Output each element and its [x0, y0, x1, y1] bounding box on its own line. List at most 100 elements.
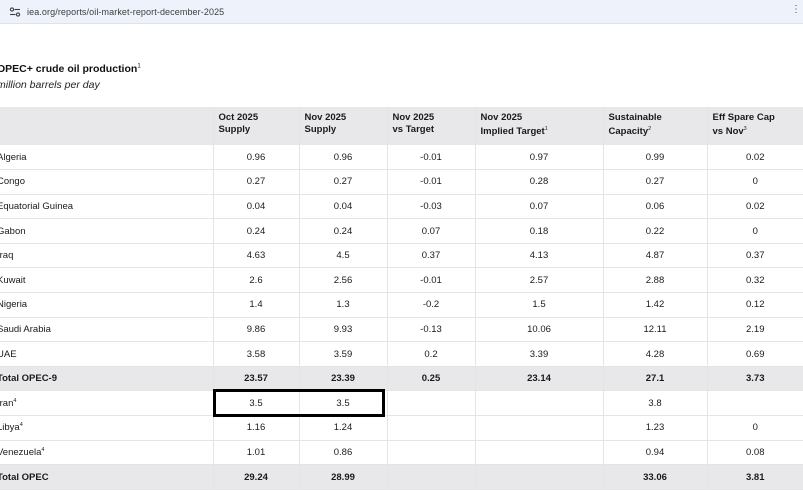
value-cell-spare: 0.12	[707, 292, 803, 318]
value-cell-spare: 0	[707, 218, 803, 244]
value-cell-vs-target: -0.01	[387, 145, 476, 171]
value-cell-oct: 23.57	[213, 366, 300, 392]
table-row: Saudi Arabia 9.86 9.93 -0.13 10.06 12.11 2.19	[0, 317, 803, 343]
country-name: Iran	[0, 397, 14, 409]
table-title: OPEC+ crude oil production1	[0, 63, 141, 75]
value-cell-vs-target	[387, 440, 476, 466]
opec-production-table: Oct 2025 Supply Nov 2025 Supply Nov 2025 vs T…	[0, 107, 803, 490]
url-text[interactable]: iea.org/reports/oil-market-report-decemb…	[27, 7, 224, 17]
column-header: Oct 2025 Supply	[213, 107, 300, 145]
value-cell-vs-target: -0.03	[387, 194, 476, 220]
value-cell-vs-target: 0.07	[387, 218, 476, 244]
value-cell-capacity: 0.94	[603, 440, 708, 466]
table-row: Venezuela4 1.01 0.86 0.94 0.08	[0, 440, 803, 466]
value-cell-nov: 3.59	[299, 341, 388, 367]
value-cell-target: 10.06	[475, 317, 604, 343]
value-cell-capacity: 12.11	[603, 317, 708, 343]
value-cell-spare: 3.81	[707, 464, 803, 490]
value-cell-oct: 0.96	[213, 145, 300, 171]
country-cell: UAE	[0, 341, 214, 367]
value-cell-target: 23.14	[475, 366, 604, 392]
value-cell-vs-target: 0.2	[387, 341, 476, 367]
country-name: Congo	[0, 176, 25, 188]
column-header-line2: vs Target	[392, 123, 435, 135]
value-cell-vs-target: -0.01	[387, 169, 476, 195]
column-header-line2: Supply	[218, 123, 251, 135]
table-row: Algeria 0.96 0.96 -0.01 0.97 0.99 0.02	[0, 145, 803, 171]
column-header: Eff Spare Cap vs Nov3	[707, 107, 803, 145]
value-cell-oct: 2.6	[213, 267, 300, 294]
country-name: Kuwait	[0, 274, 26, 286]
value-cell-capacity: 2.88	[603, 267, 708, 294]
value-cell-oct: 9.86	[213, 317, 300, 343]
value-cell-nov: 1.3	[299, 292, 388, 318]
value-cell-vs-target	[387, 390, 476, 417]
value-cell-nov: 3.5	[299, 390, 388, 417]
country-cell: Iran4	[0, 390, 214, 417]
value-cell-target: 2.57	[475, 267, 604, 294]
country-cell: Congo	[0, 169, 214, 195]
value-cell-target	[475, 464, 604, 490]
country-name: UAE	[0, 348, 17, 360]
country-footnote: 4	[13, 397, 17, 404]
value-cell-target: 0.18	[475, 218, 604, 244]
country-footnote: 4	[41, 446, 45, 453]
value-cell-nov: 0.24	[299, 218, 388, 244]
country-name: Gabon	[0, 225, 26, 237]
country-footnote: 4	[19, 422, 23, 429]
value-cell-target: 1.5	[475, 292, 604, 318]
value-cell-target: 0.28	[475, 169, 604, 195]
country-cell: Venezuela4	[0, 440, 214, 466]
value-cell-nov: 0.27	[299, 169, 388, 195]
value-cell-spare	[707, 390, 803, 417]
country-name: Algeria	[0, 151, 27, 163]
column-header: Nov 2025 Supply	[299, 107, 388, 145]
column-header-line1: Nov 2025	[304, 112, 347, 123]
value-cell-target: 0.97	[475, 145, 604, 171]
column-footnote: 1	[544, 125, 548, 132]
column-header-line1: Eff Spare Cap	[712, 112, 775, 123]
country-cell: Saudi Arabia	[0, 317, 214, 343]
table-row: UAE 3.58 3.59 0.2 3.39 4.28 0.69	[0, 341, 803, 367]
value-cell-oct: 0.24	[213, 218, 300, 244]
value-cell-capacity: 0.27	[603, 169, 708, 195]
value-cell-spare: 3.73	[707, 366, 803, 392]
country-cell: Total OPEC-9	[0, 366, 214, 392]
value-cell-vs-target	[387, 415, 476, 441]
value-cell-vs-target: -0.2	[387, 292, 476, 318]
value-cell-nov: 28.99	[299, 464, 388, 490]
column-header-line1: Oct 2025	[218, 112, 259, 123]
value-cell-nov: 2.56	[299, 267, 388, 294]
value-cell-oct: 1.16	[213, 415, 300, 441]
table-row: Congo 0.27 0.27 -0.01 0.28 0.27 0	[0, 169, 803, 195]
column-header-line2: Supply	[304, 123, 337, 135]
title-footnote: 1	[137, 63, 141, 70]
value-cell-capacity: 27.1	[603, 366, 708, 392]
country-cell: Kuwait	[0, 267, 214, 294]
address-bar[interactable]: iea.org/reports/oil-market-report-decemb…	[0, 0, 803, 24]
value-cell-oct: 0.27	[213, 169, 300, 195]
value-cell-spare: 0	[707, 169, 803, 195]
value-cell-target	[475, 440, 604, 466]
column-header: Nov 2025 vs Target	[387, 107, 476, 145]
value-cell-capacity: 0.06	[603, 194, 708, 220]
column-header-line2: Implied Target	[480, 125, 545, 137]
value-cell-nov: 0.96	[299, 145, 388, 171]
value-cell-capacity: 33.06	[603, 464, 708, 490]
table-header-row: Oct 2025 Supply Nov 2025 Supply Nov 2025 vs T…	[0, 107, 803, 145]
value-cell-spare: 0.32	[707, 267, 803, 294]
country-cell: Iraq	[0, 243, 214, 269]
table-row: Gabon 0.24 0.24 0.07 0.18 0.22 0	[0, 218, 803, 244]
table-title-text: OPEC+ crude oil production	[0, 63, 138, 75]
value-cell-spare: 0	[707, 415, 803, 441]
tune-icon[interactable]	[8, 5, 22, 19]
country-cell: Gabon	[0, 218, 214, 244]
country-name: Equatorial Guinea	[0, 200, 74, 212]
value-cell-spare: 2.19	[707, 317, 803, 343]
value-cell-nov: 0.86	[299, 440, 388, 466]
more-icon[interactable]: ⋮	[791, 4, 801, 15]
country-name: Iraq	[0, 250, 14, 262]
value-cell-capacity: 4.87	[603, 243, 708, 269]
value-cell-target	[475, 415, 604, 441]
country-cell: Algeria	[0, 145, 214, 171]
